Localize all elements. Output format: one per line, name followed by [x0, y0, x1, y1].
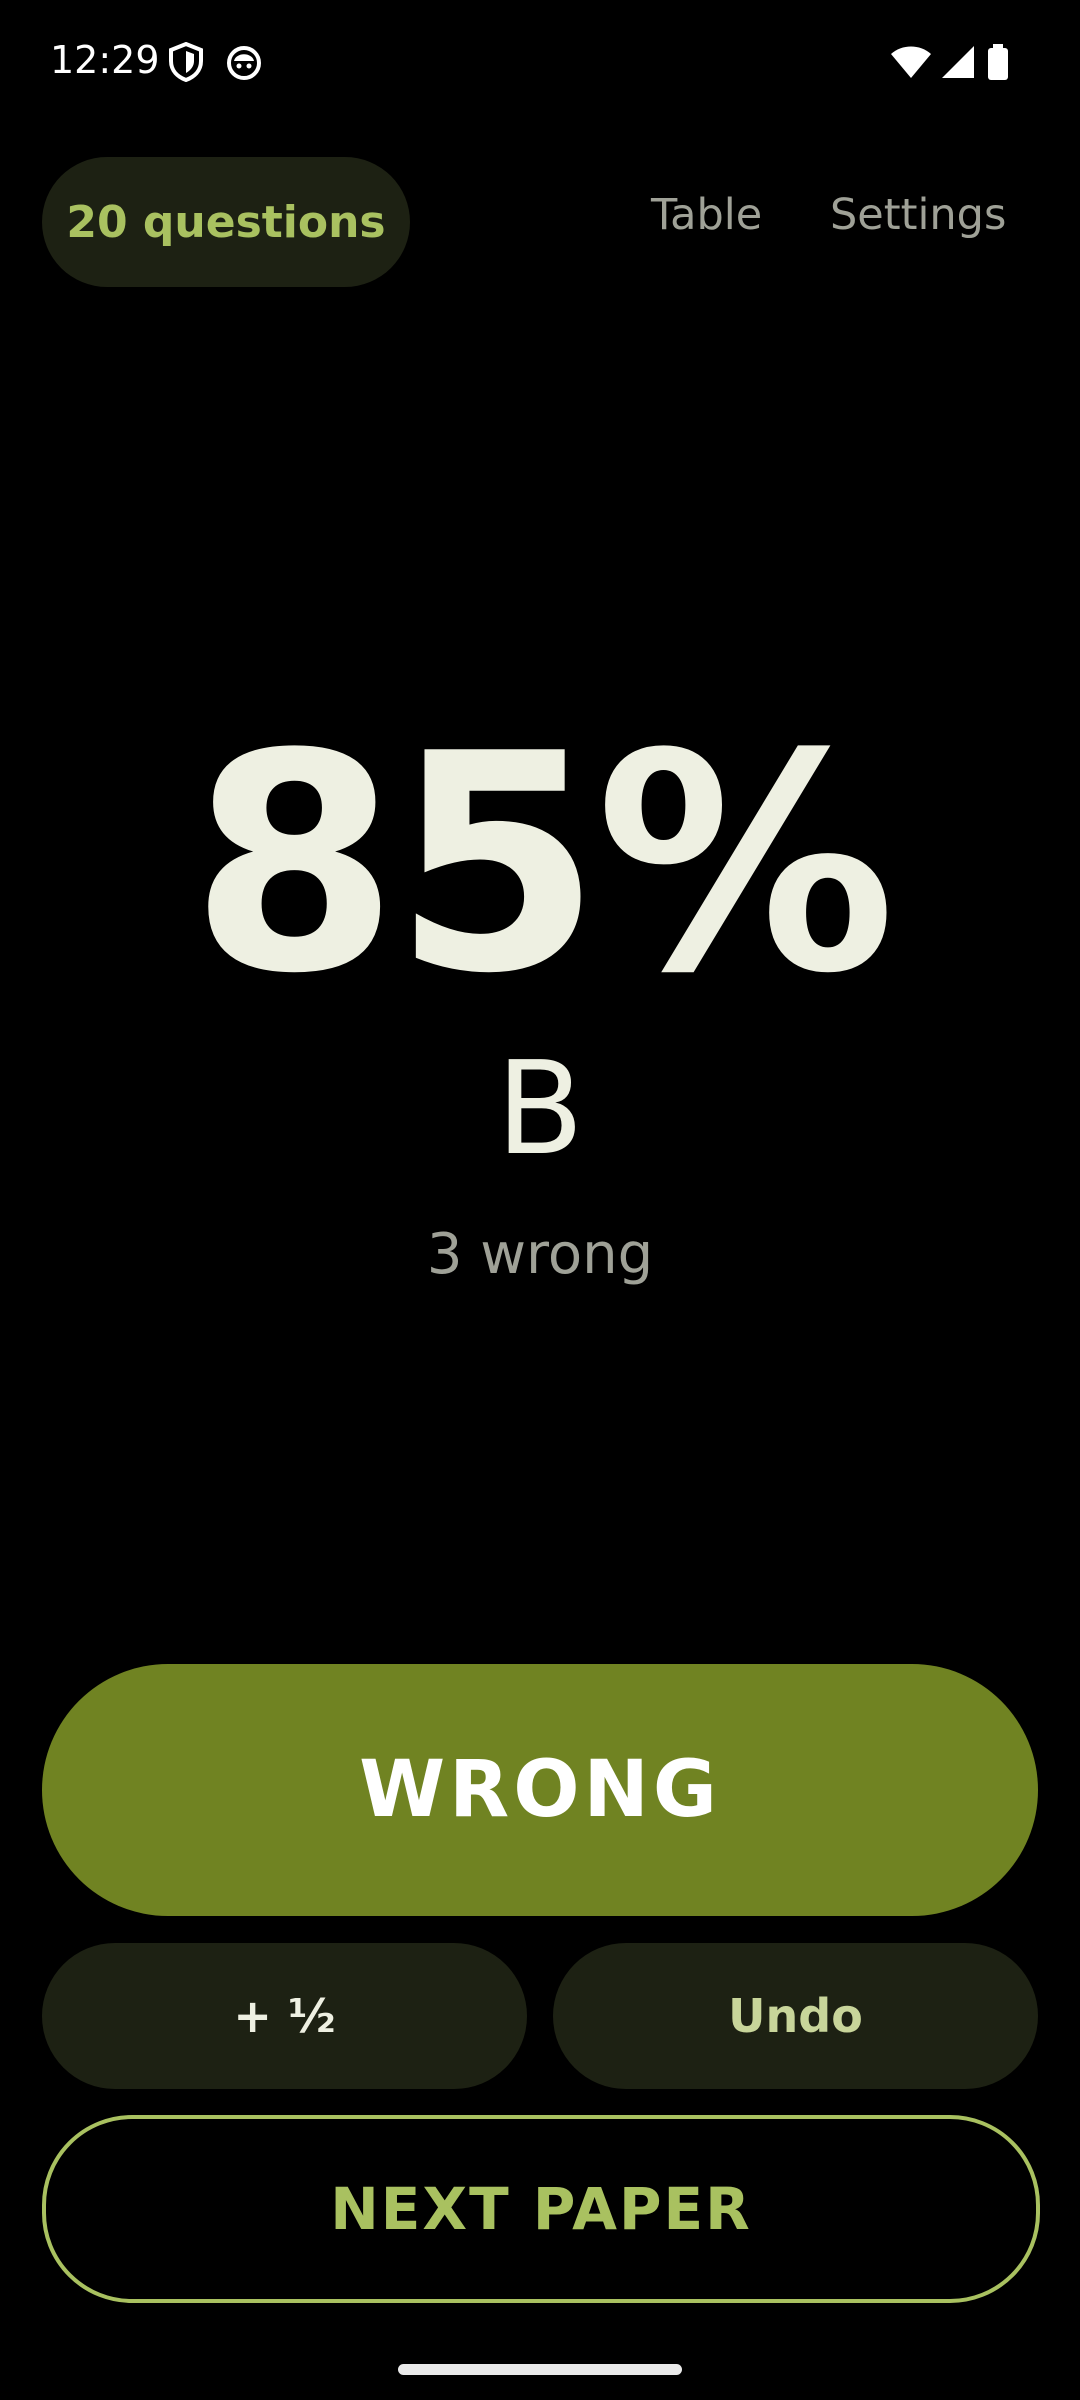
status-time: 12:29	[50, 38, 160, 82]
status-bar: 12:29	[0, 0, 1080, 130]
half-point-button[interactable]: + ½	[42, 1943, 527, 2089]
question-count-button[interactable]: 20 questions	[42, 157, 410, 287]
undo-button[interactable]: Undo	[553, 1943, 1038, 2089]
home-indicator[interactable]	[398, 2364, 682, 2375]
next-paper-button[interactable]: NEXT PAPER	[42, 2115, 1040, 2303]
wrong-button[interactable]: WRONG	[42, 1664, 1038, 1916]
battery-icon	[986, 42, 1010, 87]
settings-link[interactable]: Settings	[830, 190, 1006, 240]
shield-icon	[168, 41, 204, 87]
wrong-count: 3 wrong	[426, 1222, 654, 1287]
face-icon	[226, 42, 262, 87]
grade-letter: B	[496, 1035, 584, 1184]
score-percentage: 85%	[189, 690, 896, 1039]
signal-icon	[938, 42, 978, 87]
wifi-icon	[890, 42, 932, 87]
table-link[interactable]: Table	[651, 190, 762, 240]
